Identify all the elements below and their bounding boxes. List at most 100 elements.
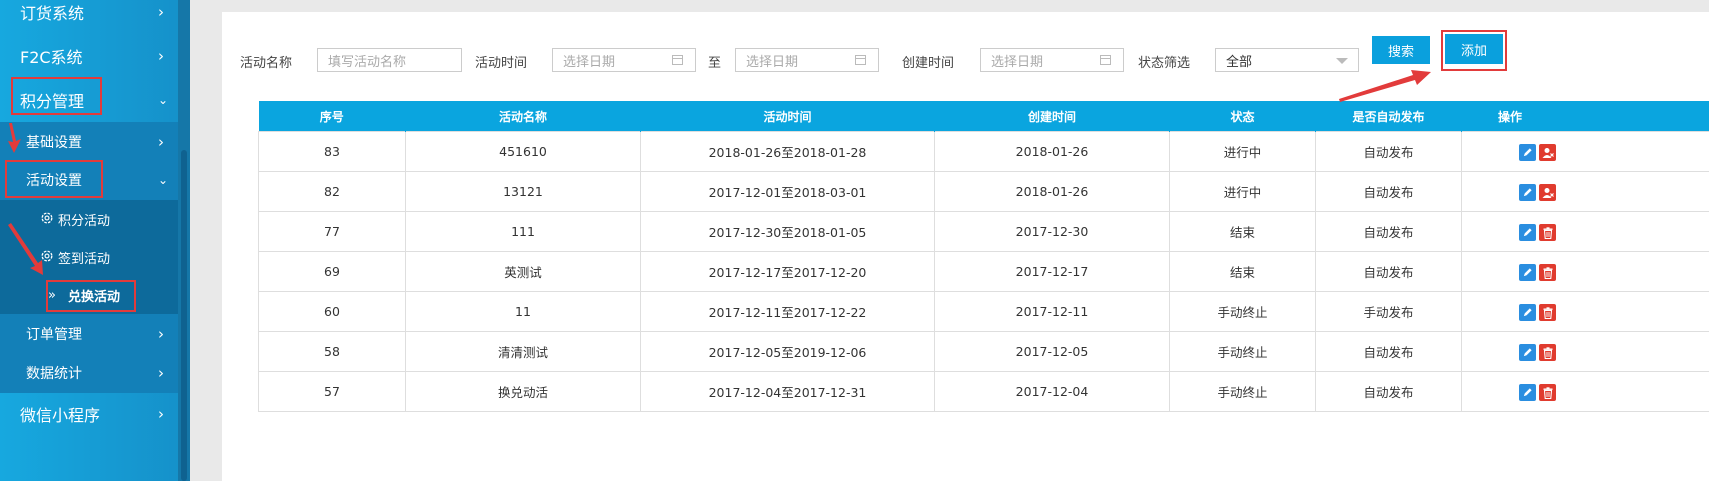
cell-id: 69: [258, 251, 406, 292]
sidebar-item-order-system[interactable]: 订货系统 ›: [0, 0, 178, 34]
cell-actions: [1461, 131, 1709, 172]
calendar-icon[interactable]: [855, 55, 866, 65]
cell-name: 111: [405, 211, 641, 252]
chevron-right-icon: ›: [158, 364, 164, 382]
edit-icon[interactable]: [1519, 224, 1536, 241]
to-label: 至: [708, 56, 722, 71]
cell-name: 13121: [405, 171, 641, 212]
cell-actions: [1461, 371, 1709, 412]
trash-icon[interactable]: [1539, 344, 1556, 361]
col-header-status: 状态: [1169, 101, 1316, 132]
activity-table: 序号 活动名称 活动时间 创建时间 状态 是否自动发布 操作 83 451610 2…: [258, 101, 1709, 412]
activity-end-date-input[interactable]: 选择日期: [735, 48, 879, 72]
trash-icon[interactable]: [1539, 224, 1556, 241]
cell-actions: [1461, 251, 1709, 292]
calendar-icon[interactable]: [672, 55, 683, 65]
cell-actions: [1461, 291, 1709, 332]
created-date-input[interactable]: 选择日期: [980, 48, 1124, 72]
cell-status: 进行中: [1169, 171, 1316, 212]
edit-icon[interactable]: [1519, 264, 1536, 281]
cell-name: 英测试: [405, 251, 641, 292]
sidebar-item-label: 订单管理: [26, 327, 82, 343]
cell-created-time: 2017-12-17: [934, 251, 1170, 292]
created-time-label: 创建时间: [902, 56, 955, 71]
table-row: 69 英测试 2017-12-17至2017-12-20 2017-12-17 结束 自动…: [258, 251, 1709, 292]
edit-icon[interactable]: [1519, 304, 1536, 321]
cell-auto-publish: 自动发布: [1315, 371, 1462, 412]
edit-icon[interactable]: [1519, 184, 1536, 201]
search-button[interactable]: 搜索: [1372, 36, 1430, 64]
chevron-right-icon: ›: [158, 3, 164, 21]
col-header-name: 活动名称: [405, 101, 641, 132]
activity-start-date-input[interactable]: 选择日期: [552, 48, 696, 72]
cell-auto-publish: 自动发布: [1315, 331, 1462, 372]
cell-status: 手动终止: [1169, 291, 1316, 332]
trash-icon[interactable]: [1539, 384, 1556, 401]
cell-id: 57: [258, 371, 406, 412]
chevron-down-icon: ⌄: [158, 173, 169, 187]
chevron-right-icon: ›: [158, 405, 164, 423]
sidebar-item-wechat-mini-program[interactable]: 微信小程序 ›: [0, 392, 178, 436]
cell-activity-time: 2017-12-17至2017-12-20: [640, 251, 935, 292]
cell-actions: [1461, 211, 1709, 252]
cell-created-time: 2017-12-11: [934, 291, 1170, 332]
col-header-id: 序号: [258, 101, 406, 132]
sidebar-item-f2c-system[interactable]: F2C系统 ›: [0, 34, 178, 78]
cell-name: 11: [405, 291, 641, 332]
activity-name-placeholder: 填写活动名称: [328, 54, 407, 70]
date-placeholder: 选择日期: [746, 54, 799, 70]
user-icon[interactable]: [1539, 144, 1556, 161]
sidebar-item-label: F2C系统: [20, 48, 83, 67]
cell-status: 结束: [1169, 211, 1316, 252]
sidebar-item-label: 签到活动: [58, 251, 111, 267]
activity-name-input[interactable]: 填写活动名称: [317, 48, 462, 72]
table-row: 82 13121 2017-12-01至2018-03-01 2018-01-26 进行…: [258, 171, 1709, 212]
cell-created-time: 2017-12-30: [934, 211, 1170, 252]
chevron-down-icon: [1336, 58, 1348, 64]
edit-icon[interactable]: [1519, 384, 1536, 401]
cell-status: 结束: [1169, 251, 1316, 292]
sidebar-item-order-management[interactable]: 订单管理 ›: [0, 314, 178, 354]
chevron-down-icon: ⌄: [158, 93, 169, 107]
table-row: 58 清清测试 2017-12-05至2019-12-06 2017-12-05 手动终…: [258, 331, 1709, 372]
user-icon[interactable]: [1539, 184, 1556, 201]
cell-auto-publish: 自动发布: [1315, 251, 1462, 292]
sidebar-scrollbar-thumb[interactable]: [181, 150, 187, 481]
date-placeholder: 选择日期: [563, 54, 616, 70]
table-row: 77 111 2017-12-30至2018-01-05 2017-12-30 结束 自动…: [258, 211, 1709, 252]
cell-name: 换兑动活: [405, 371, 641, 412]
chevron-right-icon: ›: [158, 325, 164, 343]
cell-activity-time: 2018-01-26至2018-01-28: [640, 131, 935, 172]
col-header-actions: 操作: [1461, 101, 1709, 132]
table-body: 83 451610 2018-01-26至2018-01-28 2018-01-26 进…: [258, 131, 1709, 412]
edit-icon[interactable]: [1519, 144, 1536, 161]
cell-actions: [1461, 331, 1709, 372]
cell-id: 60: [258, 291, 406, 332]
trash-icon[interactable]: [1539, 304, 1556, 321]
sidebar-item-data-statistics[interactable]: 数据统计 ›: [0, 353, 178, 393]
cell-created-time: 2017-12-04: [934, 371, 1170, 412]
cell-status: 进行中: [1169, 131, 1316, 172]
cell-auto-publish: 自动发布: [1315, 211, 1462, 252]
cell-activity-time: 2017-12-11至2017-12-22: [640, 291, 935, 332]
annotation-arrow: [1339, 70, 1431, 102]
date-placeholder: 选择日期: [991, 54, 1044, 70]
trash-icon[interactable]: [1539, 264, 1556, 281]
cell-name: 451610: [405, 131, 641, 172]
annotation-box: [11, 77, 102, 115]
col-header-created-time: 创建时间: [934, 101, 1170, 132]
status-select-value: 全部: [1226, 54, 1253, 70]
main-panel: 活动名称 填写活动名称 活动时间 选择日期 至 选择日期 创建时间 选择日期 状…: [222, 12, 1709, 481]
cell-created-time: 2018-01-26: [934, 171, 1170, 212]
chevron-right-icon: ›: [158, 47, 164, 65]
activity-name-label: 活动名称: [240, 56, 293, 71]
cell-id: 83: [258, 131, 406, 172]
cell-created-time: 2017-12-05: [934, 331, 1170, 372]
cell-auto-publish: 自动发布: [1315, 131, 1462, 172]
cell-auto-publish: 自动发布: [1315, 171, 1462, 212]
calendar-icon[interactable]: [1100, 55, 1111, 65]
cell-id: 82: [258, 171, 406, 212]
table-header-row: 序号 活动名称 活动时间 创建时间 状态 是否自动发布 操作: [258, 101, 1709, 132]
sidebar-item-label: 微信小程序: [20, 406, 101, 425]
edit-icon[interactable]: [1519, 344, 1536, 361]
